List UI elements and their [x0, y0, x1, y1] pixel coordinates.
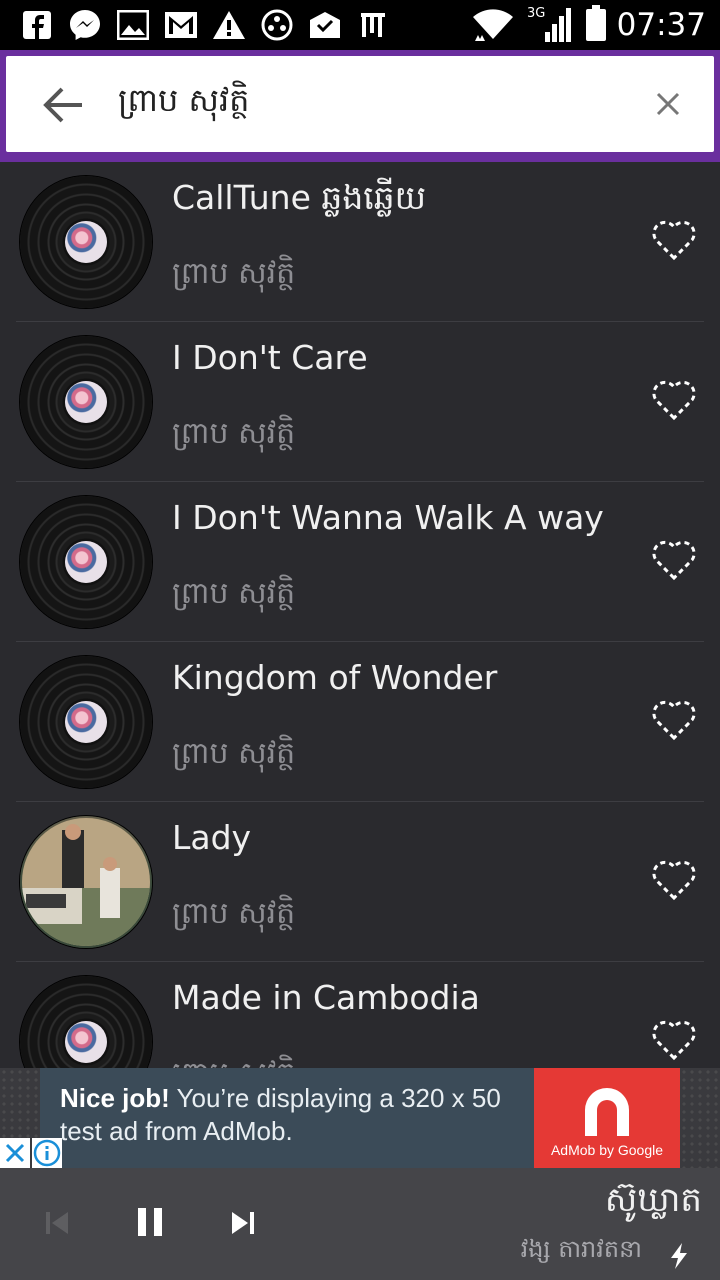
heart-icon[interactable]	[650, 858, 698, 902]
list-item[interactable]: Made in Cambodia ព្រាប សុវត្ថិ	[16, 962, 704, 1068]
song-title: CallTune ឆ្លងឆ្លើយ	[172, 178, 427, 217]
album-art	[22, 818, 150, 946]
song-list[interactable]: CallTune ឆ្លងឆ្លើយ ព្រាប សុវត្ថិ I Don't…	[0, 162, 720, 1068]
song-artist: ព្រាប សុវត្ថិ	[172, 416, 296, 451]
song-title: Lady	[172, 818, 252, 857]
song-artist: ព្រាប សុវត្ថិ	[172, 576, 296, 611]
heart-icon[interactable]	[650, 378, 698, 422]
song-artist: ព្រាប សុវត្ថិ	[172, 256, 296, 291]
song-artist: ព្រាប សុវត្ថិ	[172, 1054, 295, 1068]
image-icon	[114, 6, 152, 44]
close-icon[interactable]	[652, 88, 684, 120]
signal-icon: 3G	[525, 4, 575, 46]
ad-info-icon[interactable]	[32, 1138, 62, 1168]
list-item[interactable]: I Don't Care ព្រាប សុវត្ថិ	[16, 322, 704, 482]
flash-icon[interactable]	[668, 1242, 690, 1270]
song-title: I Don't Wanna Walk A way	[172, 498, 604, 537]
disc-label	[65, 221, 107, 263]
album-cover	[20, 816, 152, 948]
previous-icon[interactable]	[42, 1208, 72, 1238]
ad-text: Nice job! You’re displaying a 320 x 50 t…	[60, 1082, 540, 1148]
vinyl-disc-icon	[20, 496, 152, 628]
gmail-icon	[162, 6, 200, 44]
song-title: Kingdom of Wonder	[172, 658, 498, 697]
game-icon	[258, 6, 296, 44]
vinyl-disc-icon	[20, 656, 152, 788]
vinyl-disc-icon	[20, 176, 152, 308]
song-artist: ព្រាប សុវត្ថិ	[172, 736, 296, 771]
vinyl-disc-icon	[20, 336, 152, 468]
back-arrow-icon[interactable]	[40, 82, 86, 128]
disc-label	[65, 541, 107, 583]
now-playing-bar[interactable]: ស៊ូឃ្លាត វង្ស តារាវតនា	[0, 1168, 720, 1280]
song-artist: ព្រាប សុវត្ថិ	[172, 896, 296, 931]
admob-icon	[577, 1080, 637, 1140]
heart-icon[interactable]	[650, 1018, 698, 1062]
search-input[interactable]: ព្រាប សុវត្ថិ	[118, 80, 249, 127]
admob-logo: AdMob by Google	[534, 1068, 680, 1168]
list-item[interactable]: CallTune ឆ្លងឆ្លើយ ព្រាប សុវត្ថិ	[16, 162, 704, 322]
next-icon[interactable]	[228, 1208, 258, 1238]
disc-label	[65, 381, 107, 423]
ad-close-icon[interactable]	[0, 1138, 30, 1168]
search-bar[interactable]: ព្រាប សុវត្ថិ	[6, 56, 714, 152]
warning-icon	[210, 6, 248, 44]
vinyl-disc-icon	[20, 976, 152, 1068]
now-playing-title: ស៊ូឃ្លាត	[604, 1180, 702, 1220]
heart-icon[interactable]	[650, 538, 698, 582]
heart-icon[interactable]	[650, 698, 698, 742]
facebook-icon	[18, 6, 56, 44]
messenger-icon	[66, 6, 104, 44]
admob-brand: AdMob by Google	[550, 1142, 664, 1158]
wifi-icon	[471, 5, 515, 45]
disc-label	[65, 701, 107, 743]
song-title: I Don't Care	[172, 338, 368, 377]
pause-icon[interactable]	[132, 1204, 168, 1240]
now-playing-artist: វង្ស តារាវតនា	[520, 1235, 642, 1263]
ad-content[interactable]: Nice job! You’re displaying a 320 x 50 t…	[40, 1068, 680, 1168]
status-bar: 3G 07:37	[0, 0, 720, 50]
status-right: 3G 07:37	[471, 4, 706, 46]
ad-headline: Nice job!	[60, 1083, 170, 1113]
notification-icons	[18, 6, 392, 44]
svg-text:3G: 3G	[527, 6, 545, 21]
heart-icon[interactable]	[650, 218, 698, 262]
list-item[interactable]: I Don't Wanna Walk A way ព្រាប សុវត្ថិ	[16, 482, 704, 642]
clock: 07:37	[616, 7, 706, 43]
app-icon	[354, 6, 392, 44]
list-item[interactable]: Kingdom of Wonder ព្រាប សុវត្ថិ	[16, 642, 704, 802]
list-item[interactable]: Lady ព្រាប សុវត្ថិ	[16, 802, 704, 962]
search-header: ព្រាប សុវត្ថិ	[0, 50, 720, 162]
mail-check-icon	[306, 6, 344, 44]
song-title: Made in Cambodia	[172, 978, 480, 1017]
disc-label	[65, 1021, 107, 1063]
ad-banner[interactable]: Nice job! You’re displaying a 320 x 50 t…	[0, 1068, 720, 1168]
battery-icon	[585, 5, 607, 45]
